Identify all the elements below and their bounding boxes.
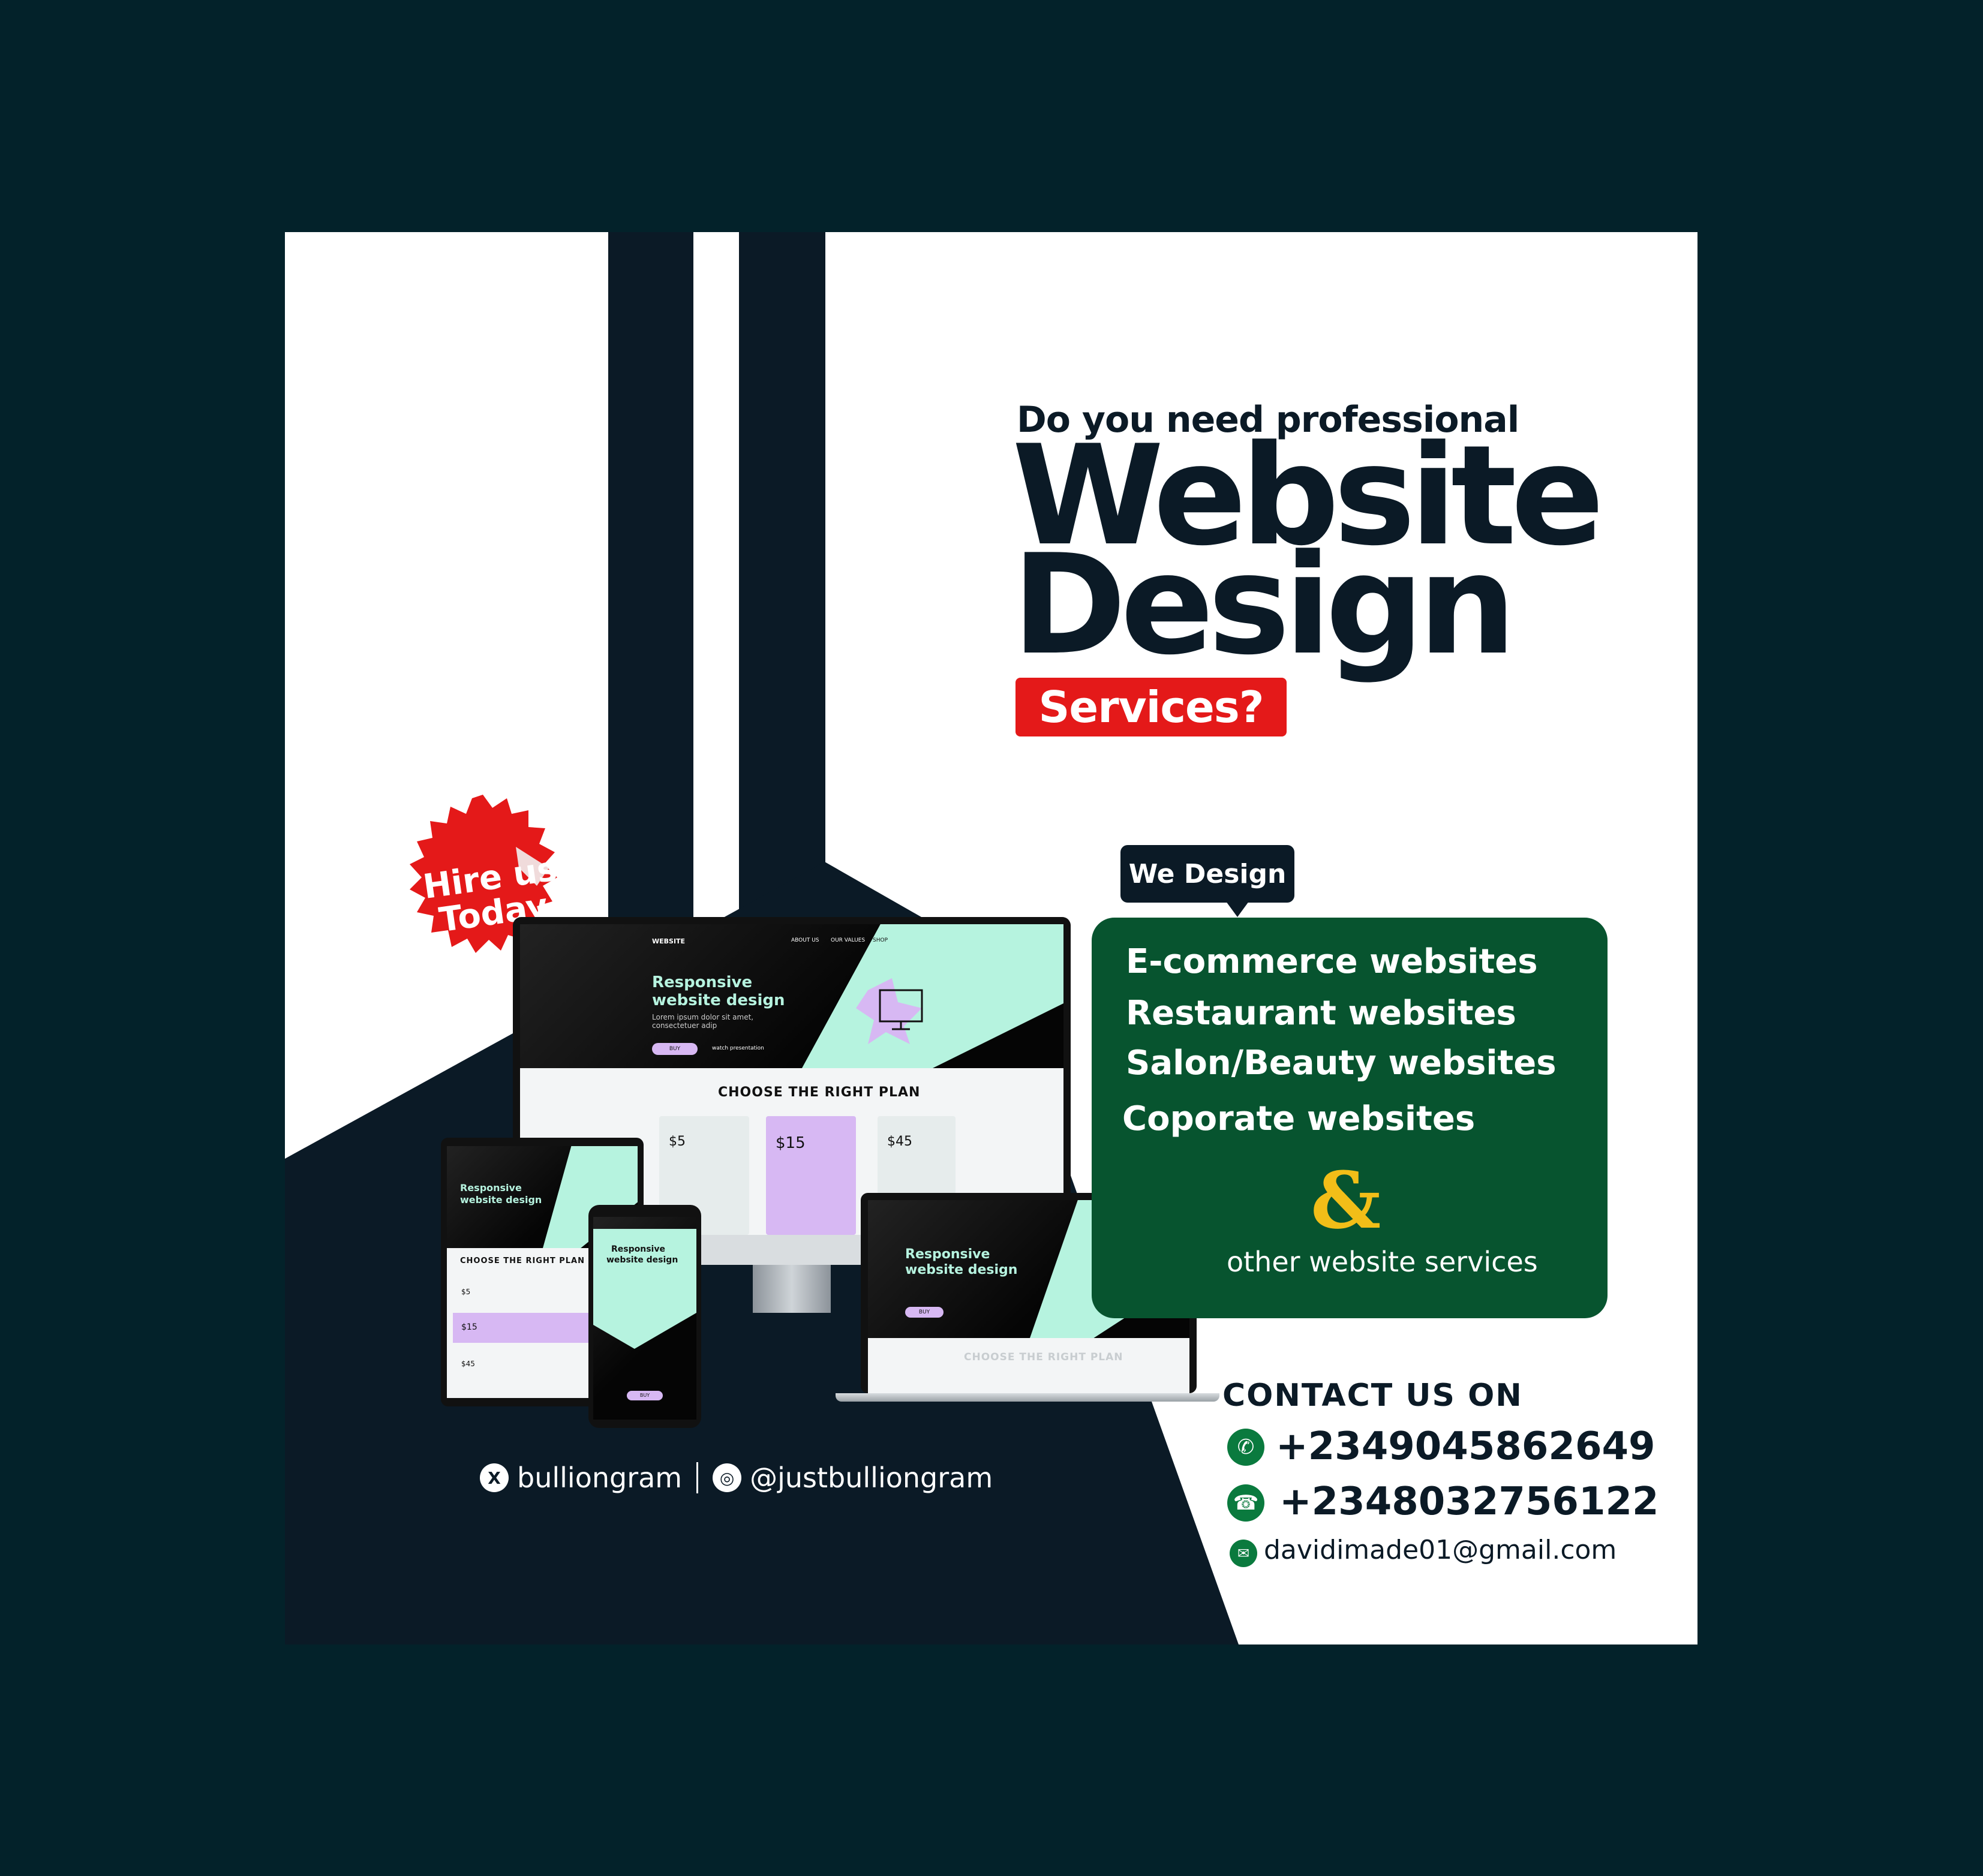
email-address[interactable]: davidimade01@gmail.com [1264, 1535, 1617, 1565]
social-divider [696, 1462, 699, 1493]
whatsapp-icon: ✆ [1227, 1429, 1264, 1466]
desktop-monitor-icon [856, 978, 923, 1044]
phone-number[interactable]: +2348032756122 [1279, 1480, 1659, 1524]
service-salon: Salon/Beauty websites [1126, 1044, 1557, 1083]
email-icon: ✉ [1230, 1540, 1257, 1567]
service-ecommerce: E-commerce websites [1126, 942, 1538, 981]
desktop-hero-sub: Lorem ipsum dolor sit amet, consectetuer… [652, 1013, 754, 1030]
laptop-plan-heading: CHOOSE THE RIGHT PLAN [964, 1351, 1123, 1363]
desktop-plan-card-2: $15 [766, 1116, 856, 1235]
x-icon: X [480, 1463, 509, 1492]
we-design-label: We Design [1120, 845, 1294, 903]
desktop-watch-link: watch presentation [712, 1045, 764, 1051]
poster: Do you need professional Website Design … [285, 232, 1697, 1644]
tablet-plan-heading: CHOOSE THE RIGHT PLAN [460, 1256, 585, 1265]
tablet-hero-title-1: Responsive [460, 1182, 522, 1193]
contact-title: CONTACT US ON [1222, 1378, 1523, 1414]
desktop-brand: WEBSITE [652, 937, 686, 945]
desktop-plan-card-3: $45 [878, 1116, 956, 1194]
laptop-hero-title-2: website design [905, 1262, 1018, 1277]
social-handles: X bulliongram ◎ @justbulliongram [480, 1462, 993, 1494]
desktop-nav-values: OUR VALUES [831, 937, 866, 943]
services-badge: Services? [1015, 678, 1287, 736]
desktop-nav-about: ABOUT US [791, 937, 819, 943]
whatsapp-number[interactable]: +2349045862649 [1276, 1424, 1655, 1469]
ampersand: & [1311, 1155, 1381, 1246]
phone-hero-title-2: website design [606, 1255, 678, 1265]
x-handle[interactable]: bulliongram [517, 1462, 682, 1494]
laptop-plans: CHOOSE THE RIGHT PLAN [868, 1338, 1189, 1393]
desktop-hero: WEBSITE ABOUT US OUR VALUES SHOP Respons… [520, 924, 1063, 1068]
desktop-nav-shop: SHOP [873, 937, 888, 943]
other-services: other website services [1227, 1246, 1538, 1278]
phone-icon: ☎ [1227, 1484, 1264, 1522]
desktop-plan-heading: CHOOSE THE RIGHT PLAN [718, 1085, 921, 1100]
service-corporate: Coporate websites [1122, 1099, 1476, 1138]
heading-design: Design [1012, 525, 1516, 686]
instagram-handle[interactable]: @justbulliongram [750, 1462, 993, 1494]
desktop-plan-2-price: $15 [776, 1134, 806, 1152]
phone-mockup: Responsive website design BUY [588, 1205, 701, 1428]
service-restaurant: Restaurant websites [1126, 994, 1516, 1033]
laptop-base [836, 1393, 1219, 1402]
tablet-hero-title-2: website design [460, 1194, 542, 1205]
laptop-hero-title-1: Responsive [905, 1247, 990, 1262]
phone-hero-title-1: Responsive [611, 1244, 665, 1254]
phone-buy-button: BUY [627, 1391, 663, 1400]
tablet-plan-1-price: $5 [461, 1288, 471, 1296]
desktop-plan-1-price: $5 [669, 1134, 686, 1149]
tablet-plan-3-price: $45 [461, 1360, 475, 1368]
we-design-tail [1224, 899, 1251, 917]
instagram-icon: ◎ [713, 1463, 742, 1492]
desktop-buy-button: BUY [652, 1043, 698, 1055]
desktop-hero-title-1: Responsive [652, 973, 753, 991]
desktop-hero-title-2: website design [652, 991, 785, 1009]
phone-screen: Responsive website design BUY [593, 1217, 696, 1420]
desktop-plan-3-price: $45 [887, 1134, 912, 1149]
tablet-plan-2-price: $15 [461, 1322, 477, 1332]
laptop-buy-button: BUY [905, 1307, 944, 1318]
